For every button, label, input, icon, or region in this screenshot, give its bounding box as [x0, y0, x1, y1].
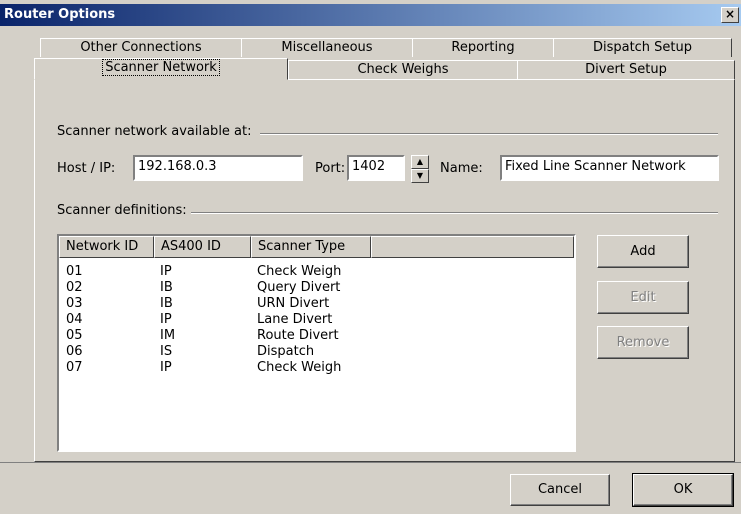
name-label: Name:	[440, 161, 483, 176]
router-options-window: Router Options × Other Connections Misce…	[0, 0, 741, 514]
column-header-empty	[371, 236, 574, 258]
port-stepper[interactable]: ▲ ▼	[411, 155, 429, 183]
host-ip-field[interactable]: 192.168.0.3	[133, 155, 303, 181]
spin-up-icon[interactable]: ▲	[411, 155, 429, 169]
port-field[interactable]: 1402	[347, 155, 405, 181]
remove-button[interactable]: Remove	[597, 326, 689, 359]
table-row[interactable]: 01 IP Check Weigh	[59, 264, 559, 280]
table-row[interactable]: 05 IM Route Divert	[59, 328, 559, 344]
port-label: Port:	[315, 161, 346, 176]
add-button[interactable]: Add	[597, 235, 689, 268]
column-header-network-id[interactable]: Network ID	[59, 236, 154, 258]
table-row[interactable]: 04 IP Lane Divert	[59, 312, 559, 328]
column-header-as400-id[interactable]: AS400 ID	[154, 236, 251, 258]
column-header-scanner-type[interactable]: Scanner Type	[251, 236, 371, 258]
divider	[190, 212, 718, 214]
table-row[interactable]: 03 IB URN Divert	[59, 296, 559, 312]
spin-down-icon[interactable]: ▼	[411, 169, 429, 183]
table-row[interactable]: 07 IP Check Weigh	[59, 360, 559, 376]
divider	[260, 133, 718, 135]
host-label: Host / IP:	[57, 161, 116, 176]
network-group-label: Scanner network available at:	[57, 124, 256, 139]
edit-button[interactable]: Edit	[597, 281, 689, 314]
definitions-group-label: Scanner definitions:	[57, 203, 191, 218]
table-row[interactable]: 06 IS Dispatch	[59, 344, 559, 360]
scanner-definitions-list[interactable]: Network ID AS400 ID Scanner Type 01 IP Che…	[57, 234, 576, 452]
table-row[interactable]: 02 IB Query Divert	[59, 280, 559, 296]
name-field[interactable]: Fixed Line Scanner Network	[500, 155, 719, 181]
